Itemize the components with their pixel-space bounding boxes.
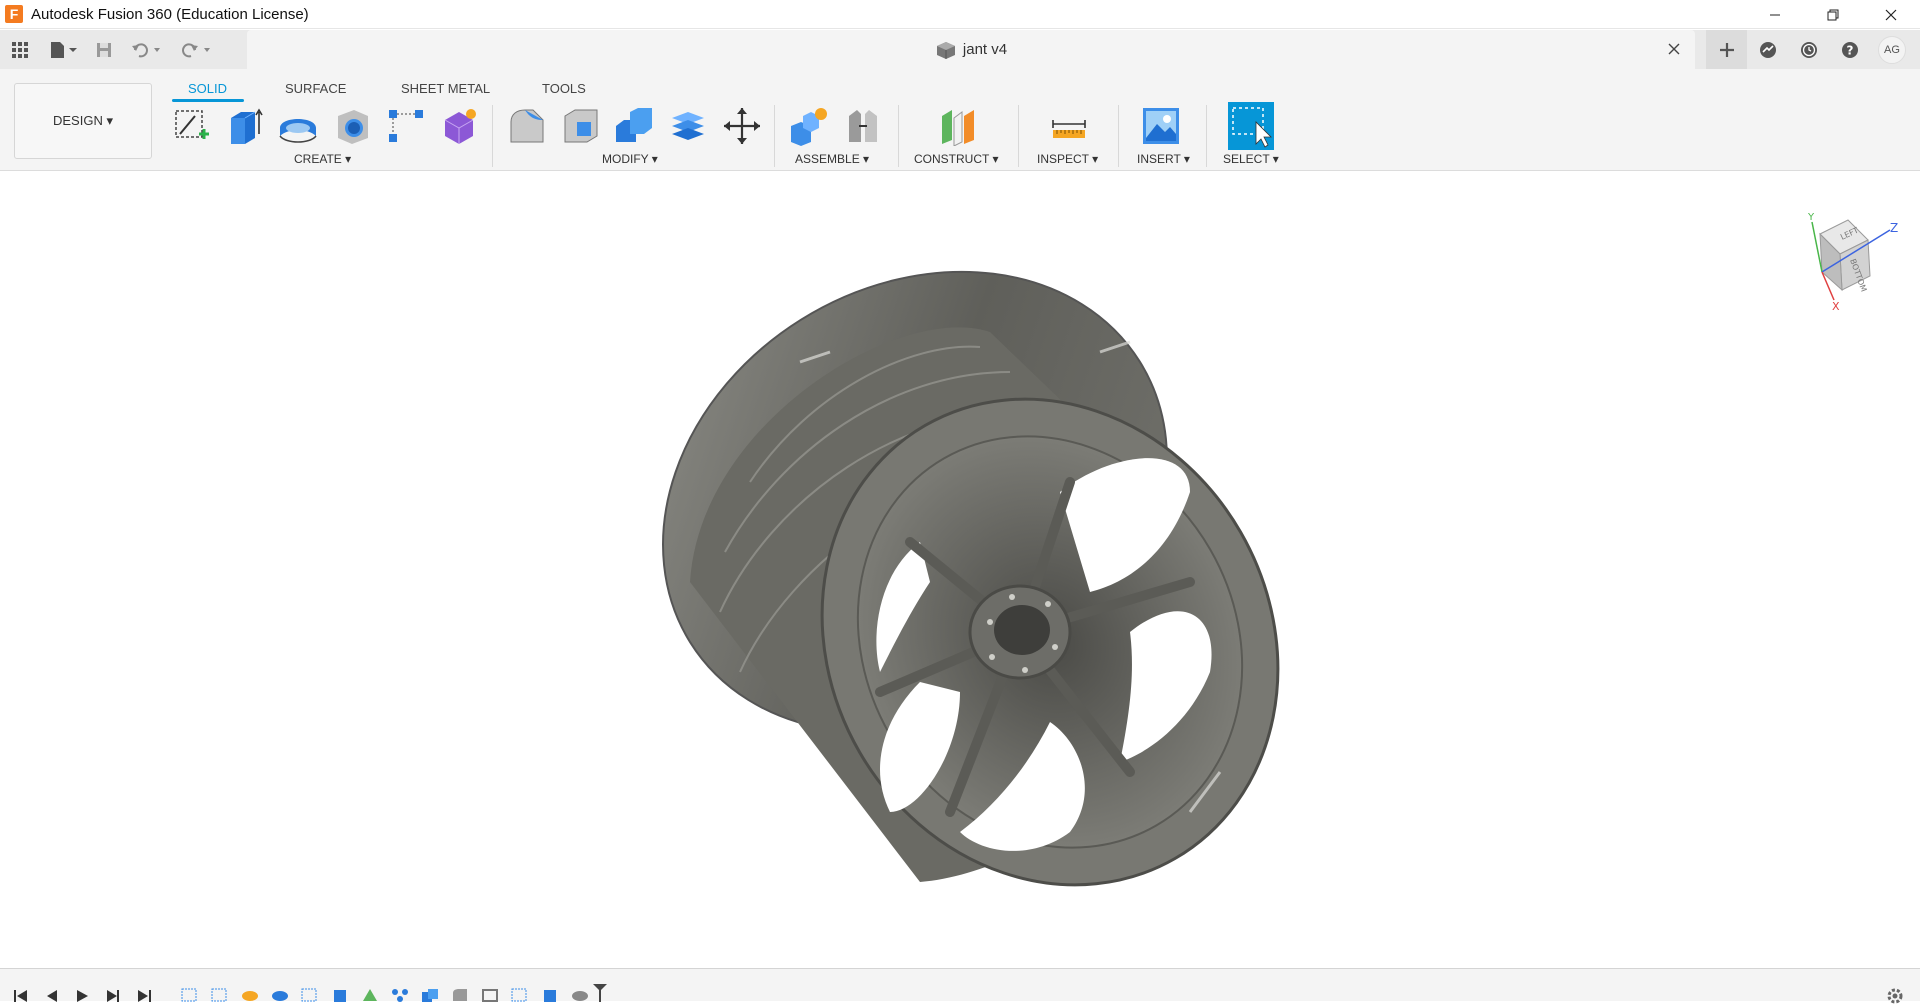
measure-icon[interactable] (1046, 103, 1092, 149)
window-title: Autodesk Fusion 360 (Education License) (31, 5, 309, 23)
canvas-viewport[interactable]: LEFT BOTTOM Y Z X (0, 172, 1920, 968)
insert-canvas-icon[interactable] (1138, 103, 1184, 149)
create-group-label[interactable]: CREATE ▾ (294, 152, 351, 166)
select-group-label[interactable]: SELECT ▾ (1223, 152, 1279, 166)
close-tab-icon[interactable] (1665, 40, 1683, 58)
timeline-combine-icon[interactable] (420, 987, 440, 1002)
ribbon-toolbar: DESIGN ▾ SOLID SURFACE SHEET METAL TOOLS… (0, 69, 1920, 171)
user-avatar[interactable]: AG (1878, 35, 1906, 64)
timeline-revolve-icon[interactable] (240, 987, 260, 1002)
close-window-button[interactable] (1862, 0, 1920, 29)
data-panel-grid-icon[interactable] (0, 30, 40, 69)
new-component-icon[interactable] (786, 103, 832, 149)
timeline-pattern-icon[interactable] (390, 987, 410, 1002)
timeline-sketch-icon[interactable] (510, 987, 530, 1002)
timeline-plane-icon[interactable] (360, 987, 380, 1002)
minimize-button[interactable] (1746, 0, 1804, 29)
timeline-sketch-icon[interactable] (210, 987, 230, 1002)
document-tab[interactable]: jant v4 (247, 30, 1695, 69)
timeline-sketch-icon[interactable] (180, 987, 200, 1002)
tab-tools[interactable]: TOOLS (542, 75, 586, 101)
ribbon-separator (774, 105, 775, 167)
select-tool-icon[interactable] (1228, 102, 1274, 150)
ribbon-separator (1118, 105, 1119, 167)
modify-group-label[interactable]: MODIFY ▾ (602, 152, 658, 166)
timeline-shell-icon[interactable] (480, 987, 500, 1002)
tab-solid[interactable]: SOLID (188, 75, 227, 101)
right-toolbar: ? AG (1706, 30, 1920, 69)
timeline-marker-icon[interactable] (590, 983, 610, 1002)
wheel-rim-model[interactable] (630, 252, 1310, 912)
quick-access-bar: jant v4 ? AG (0, 30, 1920, 69)
ribbon-separator (492, 105, 493, 167)
fillet-icon[interactable] (558, 103, 604, 149)
title-bar: F Autodesk Fusion 360 (Education License… (0, 0, 1920, 29)
svg-text:?: ? (1846, 43, 1853, 57)
document-title: jant v4 (962, 41, 1008, 58)
timeline-fillet-icon[interactable] (450, 987, 470, 1002)
extrude-icon[interactable] (222, 103, 268, 149)
redo-icon[interactable] (172, 30, 222, 69)
revolve-icon[interactable] (275, 103, 321, 149)
component-icon (936, 41, 955, 59)
combine-icon[interactable] (611, 103, 657, 149)
ribbon-separator (898, 105, 899, 167)
create-sketch-icon[interactable] (168, 103, 214, 149)
construct-group-label[interactable]: CONSTRUCT ▾ (914, 152, 998, 166)
hole-icon[interactable] (329, 103, 375, 149)
axis-z-label: Z (1890, 221, 1898, 235)
help-icon[interactable]: ? (1829, 30, 1870, 69)
undo-icon[interactable] (122, 30, 172, 69)
inspect-group-label[interactable]: INSPECT ▾ (1037, 152, 1098, 166)
timeline-sketch-icon[interactable] (300, 987, 320, 1002)
fusion-logo-icon: F (5, 5, 23, 23)
ribbon-separator (1018, 105, 1019, 167)
rectangular-pattern-icon[interactable] (382, 103, 428, 149)
save-icon[interactable] (86, 30, 122, 69)
shell-icon[interactable] (665, 103, 711, 149)
assemble-group-label[interactable]: ASSEMBLE ▾ (795, 152, 869, 166)
file-menu-icon[interactable] (40, 30, 86, 69)
timeline-extrude-icon[interactable] (330, 987, 350, 1002)
insert-group-label[interactable]: INSERT ▾ (1137, 152, 1190, 166)
axis-y-label: Y (1807, 212, 1815, 223)
press-pull-icon[interactable] (504, 103, 550, 149)
timeline-extrude-icon[interactable] (540, 987, 560, 1002)
window-controls (1746, 0, 1920, 29)
move-copy-icon[interactable] (719, 103, 765, 149)
timeline-revolve-icon[interactable] (570, 987, 590, 1002)
axis-x-label: X (1832, 300, 1840, 312)
workspace-switcher-button[interactable]: DESIGN ▾ (14, 83, 152, 159)
joint-icon[interactable] (840, 103, 886, 149)
tab-surface[interactable]: SURFACE (285, 75, 346, 101)
timeline-revolve-icon[interactable] (270, 987, 290, 1002)
offset-plane-icon[interactable] (935, 103, 981, 149)
ribbon-separator (1206, 105, 1207, 167)
timeline (0, 968, 1920, 1004)
notifications-clock-icon[interactable] (1788, 30, 1829, 69)
new-tab-plus-icon[interactable] (1706, 30, 1747, 69)
restore-button[interactable] (1804, 0, 1862, 29)
create-form-icon[interactable] (436, 103, 482, 149)
job-status-icon[interactable] (1747, 30, 1788, 69)
viewcube[interactable]: LEFT BOTTOM Y Z X (1790, 202, 1900, 312)
tab-sheet-metal[interactable]: SHEET METAL (401, 75, 490, 101)
active-tab-indicator (172, 99, 244, 102)
